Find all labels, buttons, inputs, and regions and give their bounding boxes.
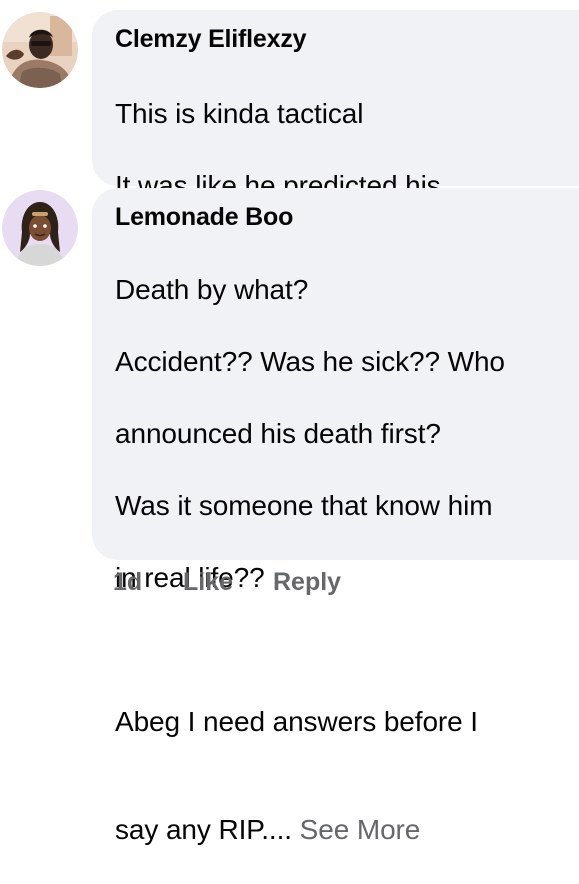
comment-line: announced his death first? bbox=[115, 418, 441, 449]
comment-2: Lemonade Boo Death by what? Accident?? W… bbox=[0, 0, 579, 845]
avatar-lemonade[interactable] bbox=[2, 190, 78, 266]
like-button[interactable]: Like bbox=[183, 568, 273, 597]
timestamp[interactable]: 1d bbox=[113, 568, 183, 597]
comment-line: Was it someone that know him bbox=[115, 490, 493, 521]
comment-author[interactable]: Lemonade Boo bbox=[115, 202, 579, 232]
comment-line-blank bbox=[115, 632, 579, 668]
reply-button[interactable]: Reply bbox=[273, 568, 341, 597]
see-more-link[interactable]: See More bbox=[300, 814, 421, 845]
comment-line: say any RIP.... bbox=[115, 814, 300, 845]
comment-line: Abeg I need answers before I bbox=[115, 706, 478, 737]
comment-line: Accident?? Was he sick?? Who bbox=[115, 346, 505, 377]
comment-line: Death by what? bbox=[115, 274, 309, 305]
cartoon-avatar-icon bbox=[2, 190, 78, 266]
comment-bubble-2: Lemonade Boo Death by what? Accident?? W… bbox=[92, 188, 579, 845]
comment-last-line: say any RIP.... See More bbox=[115, 776, 579, 848]
comment-action-bar: 1d Like Reply bbox=[113, 568, 341, 597]
comment-text: Death by what? Accident?? Was he sick?? … bbox=[115, 236, 579, 884]
